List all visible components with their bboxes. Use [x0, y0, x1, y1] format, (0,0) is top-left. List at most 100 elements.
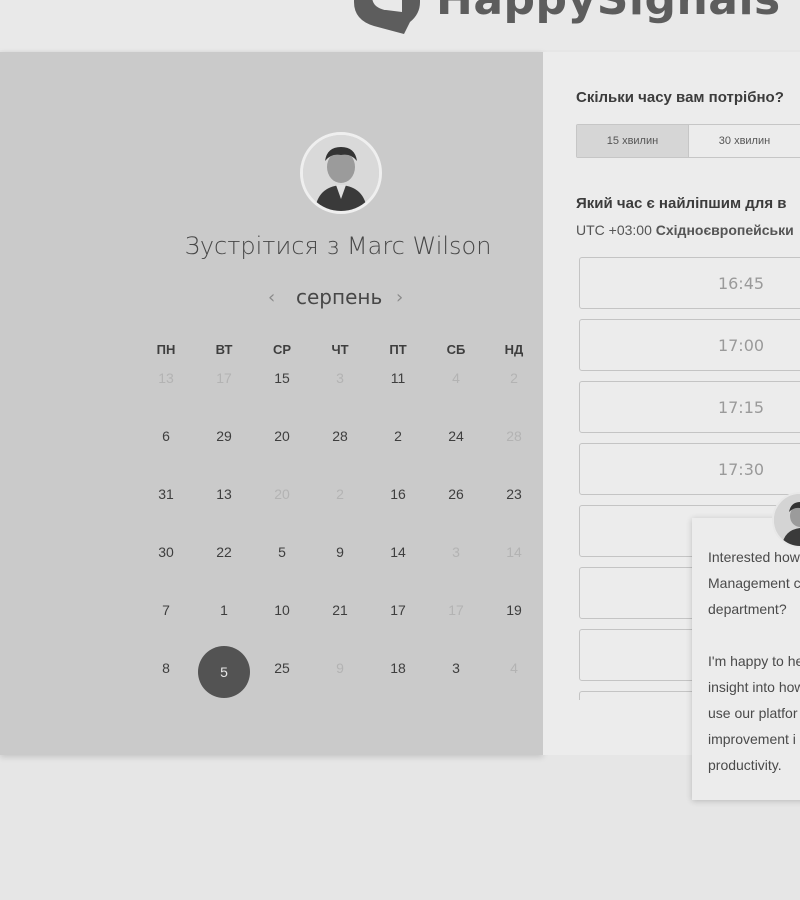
calendar-day[interactable]: 13 [195, 486, 253, 544]
day-number: 24 [448, 428, 464, 444]
day-number: 20 [274, 428, 290, 444]
duration-question: Скільки часу вам потрібно? [576, 89, 784, 106]
calendar-day[interactable]: 24 [427, 428, 485, 486]
day-number: 18 [390, 660, 406, 676]
calendar-day[interactable]: 7 [137, 602, 195, 660]
day-number: 2 [510, 370, 518, 386]
calendar-day[interactable]: 15 [253, 370, 311, 428]
calendar-day[interactable]: 20 [253, 428, 311, 486]
calendar-day[interactable]: 19 [485, 602, 543, 660]
timezone-name: Східноєвропейськи [655, 222, 794, 238]
day-number: 8 [162, 660, 170, 676]
chevron-right-icon[interactable]: › [396, 287, 403, 308]
calendar-day: 9 [311, 660, 369, 718]
calendar-day-selected[interactable]: 5 [195, 646, 253, 718]
chat-popup[interactable]: Interested how Management c department? … [692, 518, 800, 800]
day-number: 2 [336, 486, 344, 502]
time-slot-label: 16:45 [717, 274, 765, 293]
day-number: 10 [274, 602, 290, 618]
calendar-day[interactable]: 28 [311, 428, 369, 486]
calendar-day[interactable]: 26 [427, 486, 485, 544]
timezone-offset: UTC +03:00 [576, 222, 656, 238]
day-number: 9 [336, 544, 344, 560]
calendar-week: 31 13 20 2 16 26 23 [137, 486, 543, 544]
time-slot-label: 17:15 [717, 398, 765, 417]
duration-30-button[interactable]: 30 хвилин [689, 125, 800, 157]
day-number: 7 [162, 602, 170, 618]
day-number: 21 [332, 602, 348, 618]
time-slot-button[interactable]: 17:30 [579, 443, 800, 495]
calendar-day[interactable]: 2 [369, 428, 427, 486]
time-slot-button[interactable]: 16:45 [579, 257, 800, 309]
day-number: 23 [506, 486, 522, 502]
calendar-week: 8 5 25 9 18 3 4 [137, 646, 543, 718]
calendar-day[interactable]: 3 [427, 660, 485, 718]
day-number: 15 [274, 370, 290, 386]
time-slot-button[interactable]: 17:15 [579, 381, 800, 433]
calendar-day: 20 [253, 486, 311, 544]
calendar-day[interactable]: 17 [369, 602, 427, 660]
calendar-day[interactable]: 23 [485, 486, 543, 544]
weekday-header: ПН ВТ СР ЧТ ПТ СБ НД [137, 342, 543, 370]
calendar-day[interactable]: 29 [195, 428, 253, 486]
calendar-day: 4 [427, 370, 485, 428]
calendar-day[interactable]: 16 [369, 486, 427, 544]
calendar-day[interactable]: 6 [137, 428, 195, 486]
calendar-day[interactable]: 8 [137, 660, 195, 718]
day-number: 3 [452, 544, 460, 560]
weekday-label: ПТ [389, 342, 407, 357]
day-number: 17 [448, 602, 464, 618]
weekday-label: ПН [156, 342, 176, 357]
calendar-day[interactable]: 14 [369, 544, 427, 602]
day-number: 3 [336, 370, 344, 386]
day-number: 5 [278, 544, 286, 560]
weekday-label: ВТ [215, 342, 233, 357]
calendar-day: 4 [485, 660, 543, 718]
calendar-day[interactable]: 21 [311, 602, 369, 660]
calendar-day[interactable]: 30 [137, 544, 195, 602]
day-number: 13 [158, 370, 174, 386]
calendar-weeks: 13 17 15 3 11 4 2 6 29 20 28 2 24 28 31 13 20 2 16 26 23 30 22… [137, 370, 543, 718]
calendar-day[interactable]: 11 [369, 370, 427, 428]
day-number: 1 [220, 602, 228, 618]
calendar-grid: ПН ВТ СР ЧТ ПТ СБ НД 13 17 15 3 11 4 2 6 29 20 28 2… [137, 342, 543, 718]
calendar-day[interactable]: 5 [253, 544, 311, 602]
weekday-label: СБ [446, 342, 466, 357]
calendar-day[interactable]: 9 [311, 544, 369, 602]
day-number: 14 [390, 544, 406, 560]
calendar-day: 3 [311, 370, 369, 428]
day-number: 29 [216, 428, 232, 444]
calendar-day: 17 [195, 370, 253, 428]
calendar-week: 7 1 10 21 17 17 19 [137, 602, 543, 660]
calendar-day: 3 [427, 544, 485, 602]
calendar-day: 2 [311, 486, 369, 544]
day-number: 3 [452, 660, 460, 676]
header: HappySignals [0, 0, 800, 50]
time-slot-button[interactable]: 17:00 [579, 319, 800, 371]
calendar-week: 6 29 20 28 2 24 28 [137, 428, 543, 486]
day-number: 11 [390, 370, 406, 386]
day-number: 31 [158, 486, 174, 502]
day-number: 28 [506, 428, 522, 444]
time-slot-label: 17:00 [717, 336, 765, 355]
calendar-day[interactable]: 25 [253, 660, 311, 718]
calendar-day: 17 [427, 602, 485, 660]
speech-bubble-logo-icon [354, 0, 420, 34]
day-number: 20 [274, 486, 290, 502]
day-number: 5 [198, 646, 250, 698]
calendar-day[interactable]: 18 [369, 660, 427, 718]
day-number: 17 [216, 370, 232, 386]
calendar-day[interactable]: 10 [253, 602, 311, 660]
calendar-week: 30 22 5 9 14 3 14 [137, 544, 543, 602]
host-avatar [300, 132, 382, 214]
duration-15-button[interactable]: 15 хвилин [577, 125, 689, 157]
chevron-left-icon[interactable]: ‹ [268, 287, 275, 308]
timezone-label[interactable]: UTC +03:00 Східноєвропейськи [576, 222, 794, 238]
day-number: 26 [448, 486, 464, 502]
day-number: 22 [216, 544, 232, 560]
time-question: Який час є найліпшим для в [576, 195, 787, 212]
day-number: 28 [332, 428, 348, 444]
calendar-day[interactable]: 31 [137, 486, 195, 544]
day-number: 16 [390, 486, 406, 502]
calendar-day[interactable]: 22 [195, 544, 253, 602]
